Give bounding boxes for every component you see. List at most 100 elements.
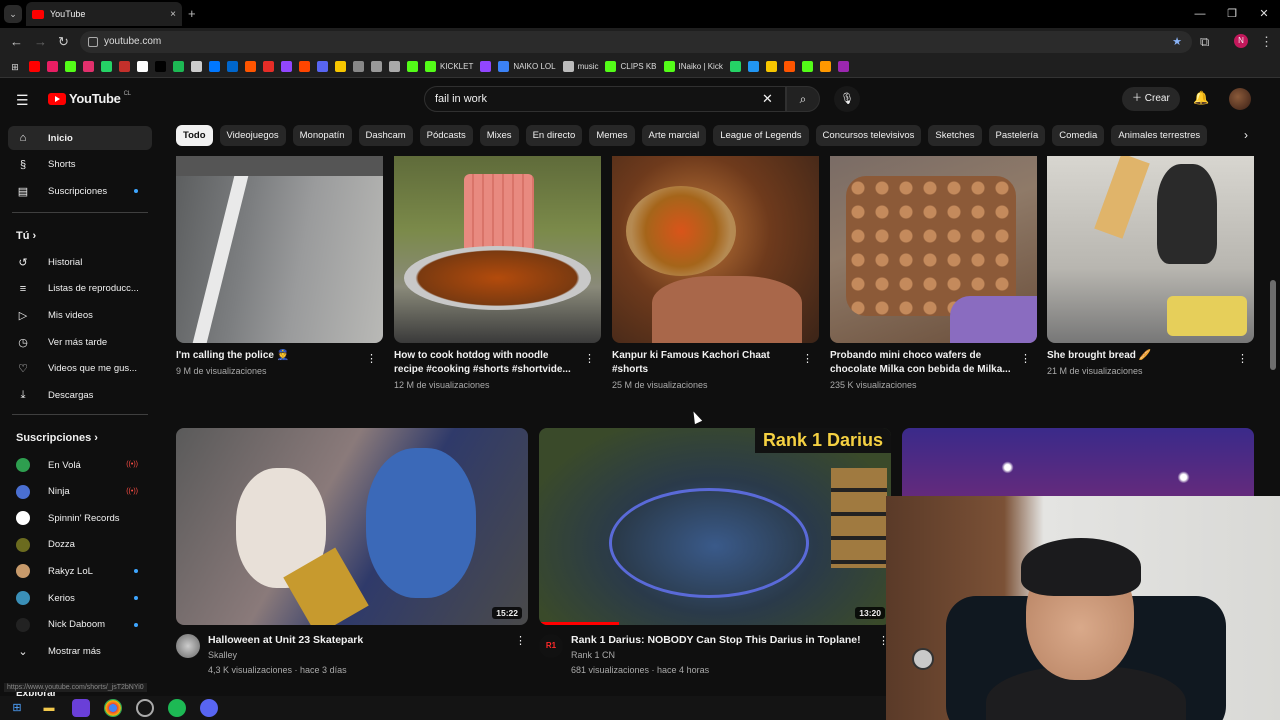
more-options-icon[interactable]: ⋮ — [584, 352, 595, 365]
video-card[interactable]: Rank 1 Darius 13:20 R1 Rank 1 Darius: NO… — [539, 428, 891, 675]
bookmark-icon[interactable] — [137, 61, 148, 72]
sidebar-subscription[interactable]: Ninja ((•)) — [8, 480, 152, 504]
bookmark-icon[interactable] — [801, 61, 813, 72]
account-avatar[interactable] — [1229, 88, 1251, 110]
chips-next-arrow-icon[interactable]: › — [1244, 128, 1248, 142]
bookmark-icon[interactable] — [317, 61, 328, 72]
obs-icon[interactable] — [136, 699, 154, 717]
bookmark-inaiko-kick[interactable]: INaiko | Kick — [663, 61, 723, 72]
sidebar-item-liked[interactable]: ♡ Videos que me gus... — [8, 357, 152, 381]
new-tab-button[interactable]: + — [188, 6, 196, 21]
filter-chip[interactable]: Pódcasts — [419, 125, 473, 146]
filter-chip[interactable]: Pastelería — [988, 125, 1046, 146]
short-card[interactable]: I'm calling the police 👮 9 M de visualiz… — [176, 156, 383, 376]
minimize-button[interactable]: — — [1184, 0, 1216, 28]
extensions-icon[interactable]: ⧉ — [1200, 34, 1209, 50]
bookmark-icon[interactable] — [729, 61, 741, 72]
bookmark-icon[interactable] — [101, 61, 112, 72]
more-options-icon[interactable]: ⋮ — [515, 634, 526, 647]
tab-close-icon[interactable]: × — [170, 9, 176, 20]
short-card[interactable]: Probando mini choco wafers de chocolate … — [830, 156, 1037, 390]
filter-chip[interactable]: Animales terrestres — [1111, 125, 1208, 146]
address-bar[interactable]: youtube.com ★ — [80, 31, 1192, 53]
youtube-logo[interactable]: YouTube CL — [48, 91, 131, 106]
short-card[interactable]: She brought bread 🥖 21 M de visualizacio… — [1047, 156, 1254, 376]
filter-chip[interactable]: Monopatín — [292, 125, 352, 146]
bookmark-icon[interactable] — [191, 61, 202, 72]
sidebar-item-playlists[interactable]: ≡ Listas de reproducc... — [8, 277, 152, 301]
chrome-icon[interactable] — [104, 699, 122, 717]
bookmark-kicklet[interactable]: KICKLET — [425, 61, 473, 72]
notifications-bell-icon[interactable]: 🔔 — [1193, 90, 1209, 106]
sidebar-subscription[interactable]: En Volá ((•)) — [8, 453, 152, 477]
short-title[interactable]: Kanpur ki Famous Kachori Chaat #shorts — [612, 349, 797, 377]
bookmark-icon[interactable] — [227, 61, 238, 72]
sidebar-item-history[interactable]: ↺ Historial — [8, 250, 152, 274]
bookmark-icon[interactable] — [353, 61, 364, 72]
filter-chip[interactable]: League of Legends — [713, 125, 809, 146]
sidebar-item-watch-later[interactable]: ◷ Ver más tarde — [8, 330, 152, 354]
bookmark-icon[interactable] — [173, 61, 184, 72]
filter-chip[interactable]: Arte marcial — [641, 125, 707, 146]
voice-search-button[interactable]: 🎙 — [834, 86, 860, 112]
more-options-icon[interactable]: ⋮ — [1237, 352, 1248, 365]
bookmark-naiko-lol[interactable]: NAIKO LOL — [498, 61, 556, 72]
sidebar-subscription[interactable]: Spinnin' Records — [8, 506, 152, 530]
sidebar-subscription[interactable]: Dozza — [8, 533, 152, 557]
short-thumbnail-milka[interactable] — [830, 156, 1037, 343]
browser-profile-avatar[interactable]: N — [1234, 34, 1248, 48]
site-info-icon[interactable] — [88, 37, 98, 47]
bookmark-icon[interactable] — [389, 61, 400, 72]
filter-chip[interactable]: Mixes — [479, 125, 519, 146]
search-button[interactable]: ⌕ — [786, 86, 820, 112]
spotify-icon[interactable] — [168, 699, 186, 717]
sidebar-subscription[interactable]: Kerios — [8, 586, 152, 610]
bookmark-music[interactable]: music — [562, 61, 598, 72]
sidebar-item-downloads[interactable]: ⤓ Descargas — [8, 384, 152, 408]
reload-icon[interactable]: ↻ — [58, 34, 69, 50]
video-thumbnail-halloween[interactable]: 15:22 — [176, 428, 528, 625]
file-explorer-icon[interactable]: ▬ — [40, 699, 58, 717]
apps-grid-icon[interactable]: ⊞ — [8, 60, 22, 74]
sidebar-section-you[interactable]: Tú › — [16, 230, 36, 242]
short-thumbnail-bread[interactable] — [1047, 156, 1254, 343]
short-card[interactable]: How to cook hotdog with noodle recipe #c… — [394, 156, 601, 390]
short-title[interactable]: How to cook hotdog with noodle recipe #c… — [394, 349, 579, 377]
bookmark-icon[interactable] — [83, 61, 94, 72]
sidebar-section-subscriptions[interactable]: Suscripciones › — [16, 432, 98, 444]
bookmark-icon[interactable] — [263, 61, 274, 72]
filter-chip[interactable]: Dashcam — [358, 125, 413, 146]
close-window-button[interactable]: ✕ — [1248, 0, 1280, 28]
sidebar-item-inicio[interactable]: ⌂ Inicio — [8, 126, 152, 150]
channel-name[interactable]: Skalley — [208, 650, 237, 660]
bookmark-icon[interactable] — [155, 61, 166, 72]
filter-chip[interactable]: Todo — [176, 125, 213, 146]
maximize-button[interactable]: ❐ — [1216, 0, 1248, 28]
sidebar-subscription[interactable]: Rakyz LoL — [8, 559, 152, 583]
sidebar-item-shorts[interactable]: § Shorts — [8, 153, 152, 177]
filter-chip[interactable]: Comedia — [1052, 125, 1105, 146]
video-editor-icon[interactable] — [72, 699, 90, 717]
more-options-icon[interactable]: ⋮ — [1020, 352, 1031, 365]
clear-search-icon[interactable]: ✕ — [762, 91, 773, 107]
bookmark-icon[interactable] — [783, 61, 795, 72]
bookmark-icon[interactable] — [480, 61, 492, 72]
video-title[interactable]: Rank 1 Darius: NOBODY Can Stop This Dari… — [571, 634, 871, 646]
bookmark-star-icon[interactable]: ★ — [1172, 31, 1182, 53]
browser-tab-youtube[interactable]: YouTube × — [26, 2, 182, 26]
bookmark-icon[interactable] — [407, 61, 418, 72]
show-more-button[interactable]: ⌄ Mostrar más — [8, 639, 152, 663]
tab-search-button[interactable]: ⌄ — [4, 5, 22, 23]
channel-avatar[interactable]: R1 — [539, 634, 563, 658]
bookmark-icon[interactable] — [65, 61, 76, 72]
filter-chip[interactable]: En directo — [525, 125, 583, 146]
create-button[interactable]: ＋ Crear — [1122, 87, 1180, 111]
bookmark-icon[interactable] — [119, 61, 130, 72]
page-scrollbar[interactable] — [1270, 280, 1276, 370]
short-thumbnail-hotdog[interactable] — [394, 156, 601, 343]
bookmark-icon[interactable] — [209, 61, 220, 72]
short-thumbnail-kachori[interactable] — [612, 156, 819, 343]
short-title[interactable]: She brought bread 🥖 — [1047, 349, 1232, 363]
more-options-icon[interactable]: ⋮ — [366, 352, 377, 365]
bookmark-icon[interactable] — [747, 61, 759, 72]
